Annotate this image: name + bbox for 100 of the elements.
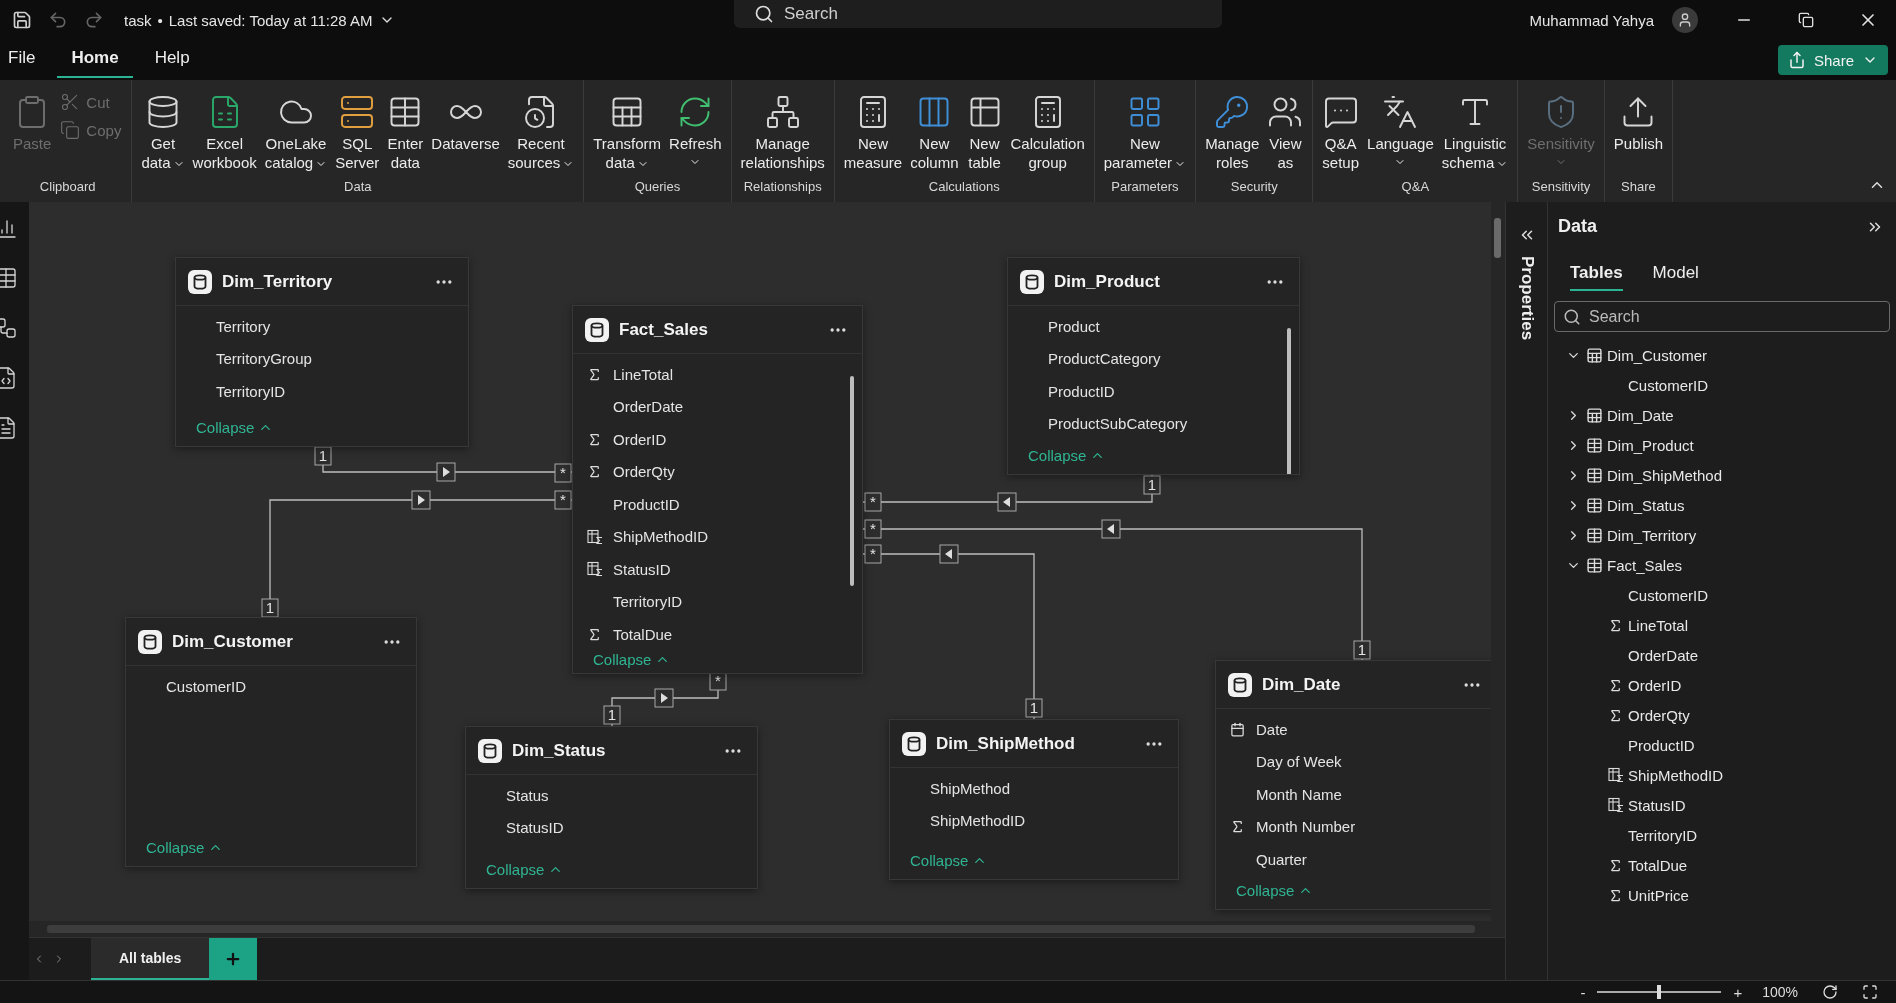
table-card[interactable]: Dim_Status Status StatusID Collapse	[465, 726, 758, 889]
ribbon-button[interactable]: Dataverse	[428, 88, 503, 155]
table-card[interactable]: Dim_Customer CustomerID Collapse	[125, 617, 417, 867]
field-item[interactable]: Quarter	[1216, 843, 1491, 876]
tree-item[interactable]: TerritoryID	[1548, 820, 1896, 850]
tree-item[interactable]: ShipMethodID	[1548, 760, 1896, 790]
table-card[interactable]: Dim_Territory Territory TerritoryGroup TerritoryID Collapse	[175, 257, 469, 447]
ribbon-button[interactable]: New table	[963, 88, 1006, 174]
redo-icon[interactable]	[84, 10, 104, 30]
tree-item[interactable]: OrderDate	[1548, 640, 1896, 670]
tree-item[interactable]: OrderID	[1548, 670, 1896, 700]
tree-item[interactable]: Dim_Date	[1548, 400, 1896, 430]
tree-item[interactable]: Dim_Customer	[1548, 340, 1896, 370]
tree-item[interactable]: TotalDue	[1548, 850, 1896, 880]
tree-item[interactable]: Dim_Territory	[1548, 520, 1896, 550]
scrollbar[interactable]	[29, 921, 1505, 937]
zoom-out-button[interactable]: -	[1578, 983, 1588, 1001]
field-item[interactable]: Month Number	[1216, 810, 1491, 843]
field-item[interactable]: ProductID	[573, 488, 862, 521]
ribbon-button[interactable]: Publish	[1610, 88, 1667, 155]
table-card[interactable]: Dim_Date Date Day of Week Month Name Month Number Quarter Collapse	[1215, 660, 1491, 910]
collapse-link[interactable]: Collapse	[196, 419, 255, 436]
fit-to-page-icon[interactable]	[1862, 984, 1878, 1000]
ribbon-button[interactable]: New measure	[840, 88, 906, 174]
ribbon-button[interactable]: Excel workbook	[189, 88, 260, 174]
relationship-connector[interactable]: 1 *	[314, 446, 573, 483]
layout-tab[interactable]: All tables	[91, 938, 210, 980]
ribbon-button[interactable]: Recent sources	[504, 88, 578, 174]
field-item[interactable]: OrderDate	[573, 390, 862, 423]
document-icon[interactable]	[0, 416, 18, 440]
relationship-connector[interactable]: 1 *	[261, 490, 573, 618]
field-item[interactable]: TotalDue	[573, 618, 862, 651]
ribbon-button[interactable]: New parameter	[1100, 88, 1190, 174]
field-item[interactable]: ShipMethodID	[890, 804, 1178, 837]
ribbon-button[interactable]: Q&A setup	[1319, 88, 1363, 174]
code-file-icon[interactable]	[0, 366, 18, 390]
field-item[interactable]: OrderID	[573, 423, 862, 456]
table-card[interactable]: Dim_Product Product ProductCategory ProductID ProductSubCategory Collapse	[1007, 257, 1300, 475]
tree-item[interactable]: UnitPrice	[1548, 880, 1896, 910]
field-item[interactable]: ShipMethodID	[573, 520, 862, 553]
field-item[interactable]: LineTotal	[573, 358, 862, 391]
field-item[interactable]: Territory	[176, 310, 468, 343]
collapse-link[interactable]: Collapse	[1028, 447, 1087, 464]
ribbon-button[interactable]: Get data	[138, 88, 188, 174]
field-item[interactable]: TerritoryGroup	[176, 342, 468, 375]
relationship-connector[interactable]: 1 *	[862, 474, 1161, 512]
table-card[interactable]: Dim_ShipMethod ShipMethod ShipMethodID Collapse	[889, 719, 1179, 880]
ribbon-button[interactable]: Refresh	[666, 88, 725, 174]
field-item[interactable]: TerritoryID	[573, 585, 862, 618]
field-item[interactable]: ProductSubCategory	[1008, 407, 1299, 440]
field-item[interactable]: Month Name	[1216, 778, 1491, 811]
tree-item[interactable]: LineTotal	[1548, 610, 1896, 640]
save-icon[interactable]	[12, 10, 32, 30]
tree-item[interactable]: OrderQty	[1548, 700, 1896, 730]
field-item[interactable]: Product	[1008, 310, 1299, 343]
table-icon[interactable]	[0, 266, 18, 290]
tree-item[interactable]: Dim_ShipMethod	[1548, 460, 1896, 490]
slider-thumb[interactable]	[1657, 985, 1662, 999]
collapse-link[interactable]: Collapse	[146, 839, 205, 856]
tree-item[interactable]: Dim_Status	[1548, 490, 1896, 520]
share-button[interactable]: Share	[1777, 45, 1888, 75]
menu-tab[interactable]: Help	[140, 42, 204, 78]
panel-tab[interactable]: Model	[1652, 263, 1699, 291]
panel-tab[interactable]: Tables	[1570, 263, 1623, 291]
ribbon-button[interactable]: Transform data	[590, 88, 665, 174]
undo-icon[interactable]	[48, 10, 68, 30]
field-item[interactable]: CustomerID	[126, 670, 416, 703]
tree-item[interactable]: CustomerID	[1548, 370, 1896, 400]
menu-tab[interactable]: Home	[57, 42, 133, 78]
ribbon-button[interactable]: View as	[1264, 88, 1307, 174]
tree-item[interactable]: ProductID	[1548, 730, 1896, 760]
restore-icon[interactable]	[1798, 12, 1814, 28]
field-item[interactable]: ShipMethod	[890, 772, 1178, 805]
menu-tab[interactable]: File	[8, 42, 50, 78]
field-item[interactable]: StatusID	[573, 553, 862, 586]
collapse-link[interactable]: Collapse	[1236, 882, 1295, 899]
ribbon-button[interactable]: Calculation group	[1007, 88, 1088, 174]
scrollbar[interactable]	[850, 376, 854, 586]
collapse-link[interactable]: Collapse	[486, 861, 545, 878]
field-item[interactable]: ProductID	[1008, 375, 1299, 408]
zoom-in-button[interactable]: +	[1731, 983, 1745, 1001]
ribbon-button[interactable]: OneLake catalog	[261, 88, 331, 174]
collapse-link[interactable]: Collapse	[593, 650, 652, 668]
search-field[interactable]: Search	[1554, 301, 1890, 332]
ribbon-button[interactable]: Manage roles	[1202, 88, 1263, 174]
field-item[interactable]: Day of Week	[1216, 745, 1491, 778]
tree-item[interactable]: Dim_Product	[1548, 430, 1896, 460]
table-card[interactable]: Fact_Sales LineTotal OrderDate OrderID OrderQty ProductID ShipMethodID StatusID TerritoryID TotalDue Collapse	[572, 305, 863, 674]
field-item[interactable]: StatusID	[466, 811, 757, 844]
ribbon-button[interactable]: New column	[907, 88, 962, 174]
properties-label[interactable]: Properties	[1516, 256, 1537, 341]
relationship-connector[interactable]: 1 *	[862, 544, 1043, 720]
field-item[interactable]: Date	[1216, 713, 1491, 746]
add-layout-button[interactable]	[209, 938, 258, 980]
ribbon-button[interactable]: Language	[1364, 88, 1437, 174]
search-field[interactable]: Search	[734, 0, 1222, 28]
relationship-connector[interactable]: 1 *	[603, 671, 727, 727]
avatar-icon[interactable]	[1672, 7, 1698, 33]
tree-item[interactable]: Fact_Sales	[1548, 550, 1896, 580]
field-item[interactable]: ProductCategory	[1008, 342, 1299, 375]
